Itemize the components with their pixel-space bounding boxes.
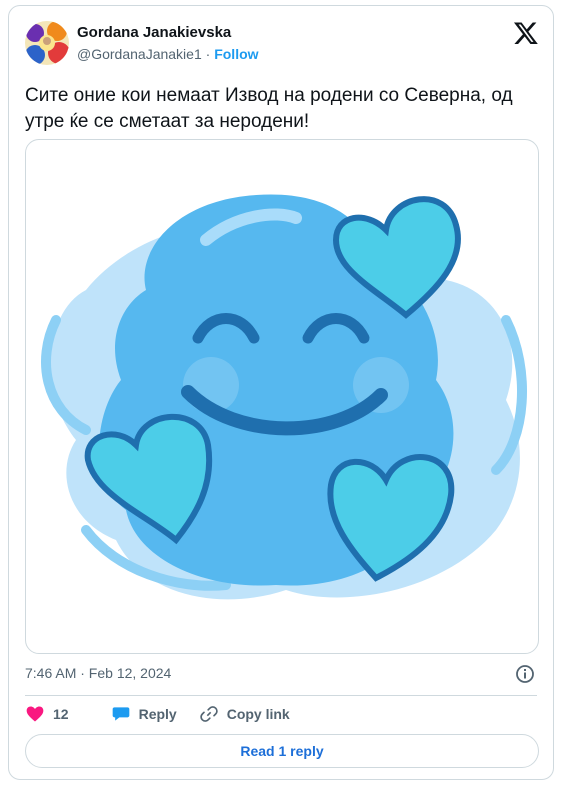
read-replies-button[interactable]: Read 1 reply	[25, 734, 539, 768]
speech-bubble-icon	[112, 707, 129, 721]
author-name[interactable]: Gordana Janakievska	[77, 24, 231, 41]
author-handle[interactable]: @GordanaJanakie1	[77, 46, 202, 62]
info-icon[interactable]	[515, 664, 535, 684]
reply-button[interactable]: Reply	[111, 704, 177, 724]
copy-link-button[interactable]: Copy link	[199, 704, 290, 724]
handle-row: @GordanaJanakie1 · Follow	[77, 46, 259, 62]
action-bar: 12 Reply Copy link	[25, 704, 312, 724]
tweet-media-image[interactable]	[25, 139, 539, 654]
reply-label: Reply	[138, 706, 177, 722]
like-count: 12	[53, 706, 69, 722]
heart-icon	[26, 706, 44, 722]
follow-button[interactable]: Follow	[214, 46, 258, 62]
link-icon	[199, 706, 218, 722]
tweet-card: Gordana Janakievska @GordanaJanakie1 · F…	[8, 5, 554, 780]
divider	[25, 695, 537, 696]
avatar[interactable]	[25, 21, 69, 65]
x-logo-icon[interactable]	[513, 20, 539, 46]
tweet-text: Сите оние кои немаат Извод на родени со …	[25, 85, 513, 132]
copy-link-label: Copy link	[226, 706, 290, 722]
like-button[interactable]: 12	[25, 704, 69, 724]
tweet-timestamp[interactable]: 7:46 AM · Feb 12, 2024	[25, 665, 171, 681]
separator: ·	[201, 46, 215, 62]
